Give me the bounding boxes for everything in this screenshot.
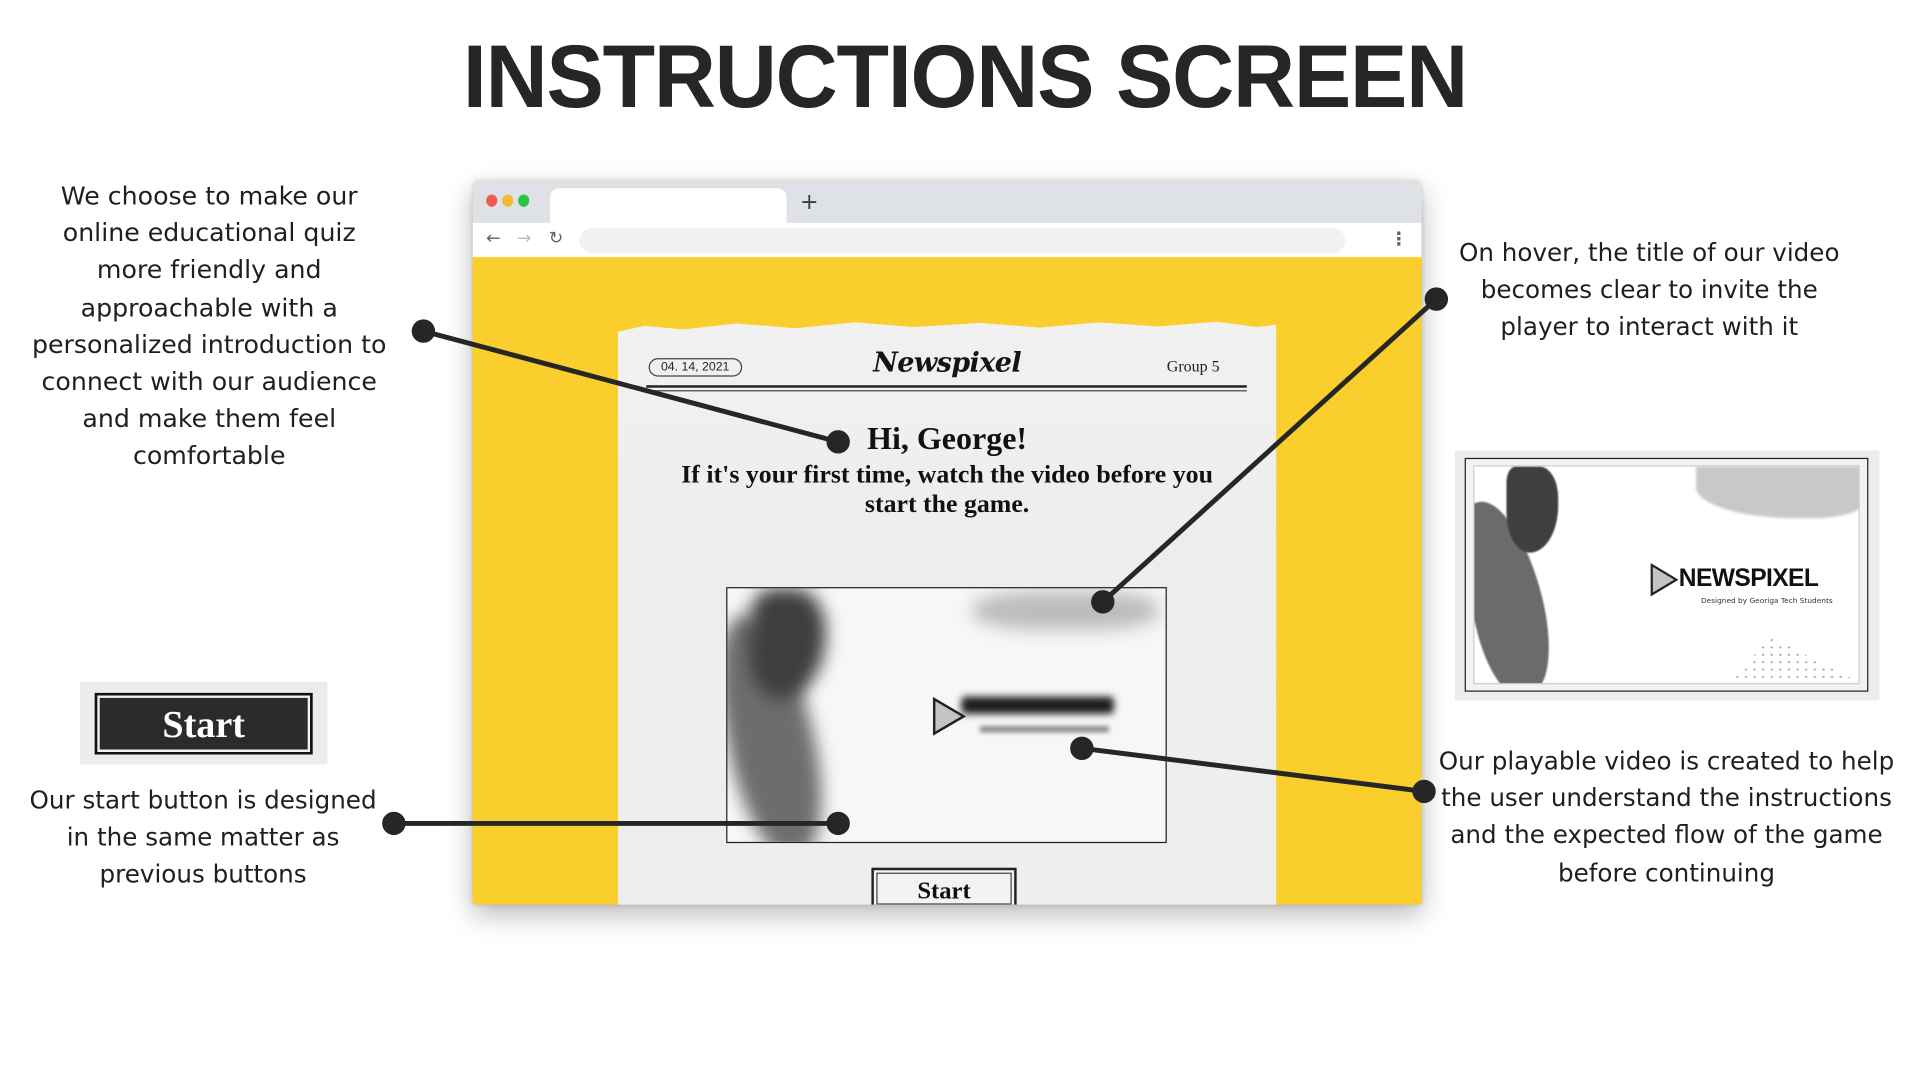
video-artwork-shape — [749, 588, 826, 700]
play-icon[interactable] — [932, 696, 967, 736]
masthead-rule-thin — [646, 390, 1247, 392]
video-caption: Designed by Georiga Tech Students — [1700, 596, 1833, 606]
video-title: NEWSPIXEL — [1678, 564, 1819, 593]
minimize-window-dot[interactable] — [502, 194, 514, 207]
masthead-rule — [646, 385, 1247, 388]
arrow-left-icon[interactable]: ← — [486, 229, 500, 249]
video-artwork-shape — [1696, 466, 1859, 519]
browser-window: + ← → ↻ ⋮ 04. 14, 2021 Newspixel Group 5… — [472, 180, 1422, 905]
page-viewport: 04. 14, 2021 Newspixel Group 5 Hi, Georg… — [472, 257, 1422, 905]
presentation-slide: INSTRUCTIONS SCREEN We choose to make ou… — [0, 0, 1920, 1081]
arrow-right-icon[interactable]: → — [517, 229, 531, 249]
maximize-window-dot[interactable] — [518, 194, 530, 207]
video-artwork-shape — [973, 590, 1159, 631]
reload-icon[interactable]: ↻ — [549, 229, 563, 249]
connector-dot — [411, 319, 436, 343]
instruction-video[interactable] — [726, 587, 1167, 844]
video-caption-blurred — [979, 726, 1109, 733]
video-hover-preview: NEWSPIXEL Designed by Georiga Tech Stude… — [1454, 450, 1880, 701]
browser-tab[interactable] — [550, 188, 787, 226]
annotation-intro: We choose to make our online educational… — [31, 180, 387, 471]
instruction-text: If it's your first time, watch the video… — [681, 459, 1213, 519]
url-input[interactable] — [579, 227, 1346, 254]
video-frame: NEWSPIXEL Designed by Georiga Tech Stude… — [1464, 457, 1869, 692]
annotation-video: Our playable video is created to help th… — [1438, 745, 1895, 887]
newspaper-sheet: 04. 14, 2021 Newspixel Group 5 Hi, Georg… — [617, 321, 1277, 905]
start-button[interactable]: Start — [871, 867, 1017, 905]
video-artwork-shape — [1506, 466, 1559, 553]
annotation-hover: On hover, the title of our video becomes… — [1458, 237, 1840, 342]
start-button-sample: Start — [94, 692, 313, 755]
group-label: Group 5 — [1166, 356, 1220, 376]
connector-dot — [1424, 287, 1449, 311]
greeting-heading: Hi, George! — [867, 420, 1028, 457]
address-bar: ← → ↻ ⋮ — [472, 222, 1422, 258]
annotation-start-button: Our start button is designed in the same… — [29, 785, 377, 890]
tab-bar: + — [472, 180, 1422, 226]
plus-icon[interactable]: + — [800, 190, 819, 216]
page-title: INSTRUCTIONS SCREEN — [462, 28, 1468, 127]
video-artwork-dots — [1732, 636, 1857, 681]
close-window-dot[interactable] — [486, 194, 498, 207]
video-screen: NEWSPIXEL Designed by Georiga Tech Stude… — [1473, 465, 1860, 685]
start-button-preview: Start — [80, 681, 328, 765]
kebab-menu-icon[interactable]: ⋮ — [1390, 228, 1408, 250]
play-icon — [1650, 562, 1679, 597]
video-title-blurred — [961, 696, 1114, 714]
